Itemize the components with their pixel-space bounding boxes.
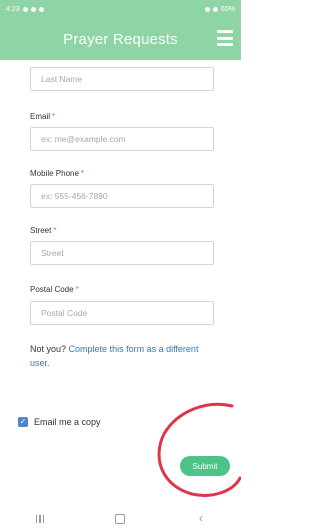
wifi-icon bbox=[212, 6, 218, 12]
not-you-text: Not you? bbox=[30, 344, 67, 354]
status-time: 4:23 bbox=[6, 5, 20, 13]
status-left: 4:23 bbox=[6, 6, 44, 13]
email-label-text: Email bbox=[30, 112, 51, 121]
email-copy-option[interactable]: ✓ Email me a copy bbox=[18, 417, 101, 427]
red-circle-annotation bbox=[157, 402, 241, 497]
email-input[interactable] bbox=[31, 128, 213, 150]
mobile-phone-label: Mobile Phone * bbox=[30, 169, 84, 178]
street-label: Street * bbox=[30, 226, 56, 235]
page-title: Prayer Requests bbox=[63, 30, 178, 48]
email-label: Email * bbox=[30, 112, 55, 121]
email-field[interactable] bbox=[30, 127, 214, 151]
notification-icon bbox=[30, 6, 36, 12]
recent-apps-icon[interactable] bbox=[25, 509, 55, 529]
postal-code-field[interactable] bbox=[30, 301, 214, 325]
submit-button[interactable]: Submit bbox=[180, 456, 230, 476]
postal-code-label: Postal Code * bbox=[30, 285, 79, 294]
notification-icon bbox=[38, 6, 44, 12]
email-copy-checkbox[interactable]: ✓ bbox=[18, 417, 28, 427]
notification-icon bbox=[22, 6, 28, 12]
last-name-field[interactable] bbox=[30, 67, 214, 91]
status-bar: 4:23 65% bbox=[0, 0, 241, 18]
signal-icon bbox=[204, 6, 210, 12]
street-label-text: Street bbox=[30, 226, 52, 235]
not-you-notice: Not you? Complete this form as a differe… bbox=[30, 342, 220, 370]
mobile-phone-field[interactable] bbox=[30, 184, 214, 208]
app-header: Prayer Requests bbox=[0, 18, 241, 60]
hamburger-menu-icon[interactable] bbox=[217, 30, 233, 46]
back-icon[interactable]: ‹ bbox=[186, 509, 216, 529]
postal-code-label-text: Postal Code bbox=[30, 285, 74, 294]
required-marker: * bbox=[80, 169, 85, 178]
battery-level: 65% bbox=[220, 5, 235, 13]
required-marker: * bbox=[52, 112, 56, 121]
email-copy-label: Email me a copy bbox=[34, 417, 101, 427]
street-input[interactable] bbox=[31, 242, 213, 264]
home-icon[interactable] bbox=[105, 509, 135, 529]
status-right: 65% bbox=[204, 5, 235, 13]
postal-code-input[interactable] bbox=[31, 302, 213, 324]
system-nav-bar: ‹ bbox=[0, 506, 241, 531]
required-marker: * bbox=[53, 226, 57, 235]
street-field[interactable] bbox=[30, 241, 214, 265]
required-marker: * bbox=[75, 285, 79, 294]
mobile-phone-label-text: Mobile Phone bbox=[30, 169, 79, 178]
mobile-phone-input[interactable] bbox=[31, 185, 213, 207]
last-name-input[interactable] bbox=[31, 68, 213, 90]
